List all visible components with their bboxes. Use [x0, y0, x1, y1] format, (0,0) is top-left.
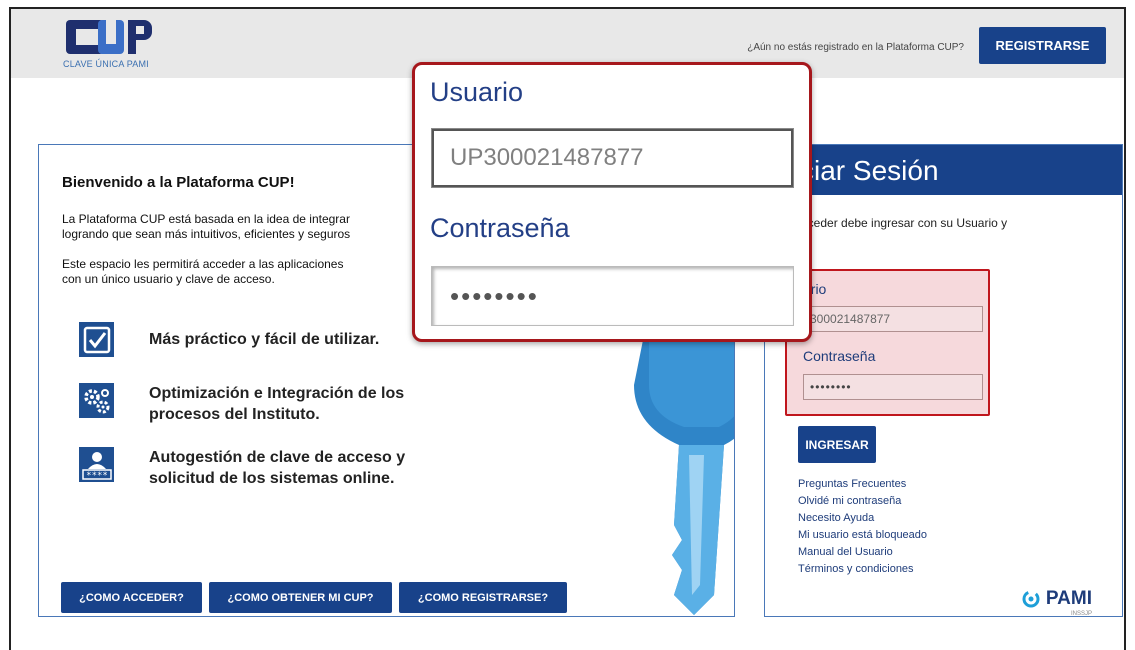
password-label: Contraseña: [803, 348, 876, 364]
cup-logo: [66, 17, 156, 64]
zoom-password-label: Contraseña: [430, 213, 570, 243]
welcome-paragraph-2: Este espacio les permitirá acceder a las…: [62, 257, 407, 287]
zoom-password-input[interactable]: ••••••••: [431, 266, 794, 326]
welcome-text-line: Este espacio les permitirá acceder a las…: [62, 257, 344, 271]
pami-subtitle: INSSJP: [1070, 611, 1092, 617]
welcome-paragraph-1: La Plataforma CUP está basada en la idea…: [62, 212, 407, 242]
zoom-user-label: Usuario: [430, 77, 524, 107]
user-password-icon: ****: [79, 447, 114, 482]
gears-icon: [79, 383, 114, 418]
feature-item: Optimización e Integración de los proces…: [79, 383, 449, 425]
login-panel: ciar Sesión acceder debe ingresar con su…: [764, 144, 1123, 617]
welcome-text-line: con un único usuario y clave de acceso.: [62, 272, 275, 286]
feature-text: Más práctico y fácil de utilizar.: [149, 331, 380, 348]
como-acceder-button[interactable]: ¿COMO ACCEDER?: [61, 582, 202, 613]
password-input[interactable]: ••••••••: [803, 374, 983, 400]
link-necesito-ayuda[interactable]: Necesito Ayuda: [798, 510, 927, 527]
logo-subtitle: CLAVE ÚNICA PAMI: [63, 59, 149, 69]
feature-item: Más práctico y fácil de utilizar.: [79, 322, 449, 357]
pami-brand: PAMI: [1045, 588, 1092, 609]
welcome-text-line: La Plataforma CUP está basada en la idea…: [62, 212, 350, 226]
register-button[interactable]: REGISTRARSE: [979, 27, 1106, 64]
login-title: ciar Sesión: [800, 155, 939, 186]
help-links: Preguntas Frecuentes Olvidé mi contraseñ…: [798, 476, 927, 578]
feature-text: Optimización e Integración de los proces…: [149, 385, 405, 423]
link-olvide-contrasena[interactable]: Olvidé mi contraseña: [798, 493, 927, 510]
welcome-text-line: logrando que sean más intuitivos, eficie…: [62, 227, 351, 241]
link-manual-usuario[interactable]: Manual del Usuario: [798, 544, 927, 561]
svg-text:****: ****: [86, 471, 108, 481]
como-registrarse-button[interactable]: ¿COMO REGISTRARSE?: [399, 582, 567, 613]
zoom-user-input[interactable]: UP300021487877: [431, 128, 794, 188]
user-input[interactable]: 300021487877: [803, 306, 983, 332]
zoomed-credentials-callout: Usuario UP300021487877 Contraseña ••••••…: [412, 62, 812, 342]
login-description: acceder debe ingresar con su Usuario y: [795, 216, 1008, 230]
link-preguntas-frecuentes[interactable]: Preguntas Frecuentes: [798, 476, 927, 493]
pami-symbol-icon: [1022, 590, 1040, 608]
como-obtener-cup-button[interactable]: ¿COMO OBTENER MI CUP?: [209, 582, 392, 613]
register-prompt: ¿Aún no estás registrado en la Plataform…: [747, 42, 964, 53]
link-usuario-bloqueado[interactable]: Mi usuario está bloqueado: [798, 527, 927, 544]
feature-text: Autogestión de clave de acceso y solicit…: [149, 449, 406, 487]
checkbox-icon: [79, 322, 114, 357]
pami-logo: PAMI INSSJP: [1022, 588, 1092, 617]
ingresar-button[interactable]: INGRESAR: [798, 426, 876, 463]
feature-item: **** Autogestión de clave de acceso y so…: [79, 447, 449, 489]
key-illustration: [594, 335, 734, 615]
credentials-highlight: ario 300021487877 Contraseña ••••••••: [785, 269, 990, 416]
link-terminos[interactable]: Términos y condiciones: [798, 561, 927, 578]
welcome-title: Bienvenido a la Plataforma CUP!: [62, 174, 295, 191]
login-header: ciar Sesión: [765, 145, 1122, 195]
